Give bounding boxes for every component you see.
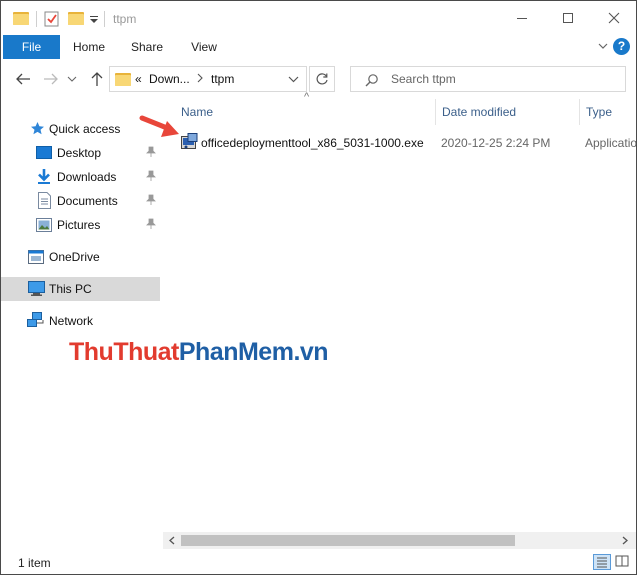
- desktop-icon: [36, 146, 52, 159]
- file-explorer-window: ttpm File Home Share View ? « Down... tt…: [0, 0, 637, 575]
- sidebar-item-documents[interactable]: Documents: [1, 189, 160, 213]
- search-box[interactable]: Search ttpm: [350, 66, 626, 92]
- file-date-modified: 2020-12-25 2:24 PM: [441, 136, 551, 150]
- pin-icon[interactable]: [146, 194, 156, 206]
- customize-quick-access-icon[interactable]: [89, 10, 99, 28]
- title-bar: ttpm: [1, 1, 636, 35]
- sidebar-item-this-pc[interactable]: This PC: [1, 277, 160, 301]
- sidebar-item-onedrive[interactable]: OneDrive: [1, 245, 160, 269]
- sidebar-item-label: Quick access: [49, 122, 121, 136]
- scroll-right-icon[interactable]: [621, 536, 629, 545]
- sidebar-item-network[interactable]: Network: [1, 309, 160, 333]
- back-button[interactable]: [13, 69, 33, 89]
- column-header-name[interactable]: Name: [181, 105, 213, 119]
- horizontal-scrollbar[interactable]: [163, 532, 636, 549]
- tab-home[interactable]: Home: [67, 35, 111, 59]
- breadcrumb-ttpm[interactable]: ttpm: [211, 72, 234, 86]
- sidebar-item-desktop[interactable]: Desktop: [1, 141, 160, 165]
- status-bar: 1 item: [1, 549, 636, 574]
- address-bar[interactable]: « Down... ttpm: [109, 66, 307, 92]
- recent-locations-icon[interactable]: [65, 69, 79, 89]
- sidebar-item-label: This PC: [49, 282, 92, 296]
- pin-icon[interactable]: [146, 218, 156, 230]
- file-type: Application: [585, 136, 637, 150]
- address-overflow-icon[interactable]: «: [135, 72, 142, 86]
- installer-icon: [181, 133, 198, 149]
- star-icon: [31, 122, 44, 135]
- sort-indicator-icon: ^: [304, 91, 310, 103]
- forward-button[interactable]: [41, 69, 61, 89]
- details-view-icon: [597, 557, 607, 568]
- expand-ribbon-icon[interactable]: [597, 38, 609, 57]
- onedrive-icon: [28, 250, 44, 264]
- computer-icon: [28, 281, 45, 296]
- large-icons-view-icon: [615, 555, 629, 567]
- annotation-arrow-icon: [139, 115, 179, 137]
- navigation-bar: « Down... ttpm Search ttpm: [1, 63, 636, 95]
- breadcrumb-separator-icon: [196, 72, 204, 86]
- scrollbar-thumb[interactable]: [181, 535, 515, 546]
- address-dropdown-icon[interactable]: [288, 73, 299, 87]
- large-icons-view-button[interactable]: [614, 554, 632, 570]
- network-icon: [27, 312, 44, 327]
- sidebar-item-downloads[interactable]: Downloads: [1, 165, 160, 189]
- navigation-pane: Quick access Desktop Downloads Documents…: [1, 97, 160, 547]
- pin-icon[interactable]: [146, 170, 156, 182]
- watermark: ThuThuatPhanMem.vn: [69, 338, 329, 366]
- file-name: officedeploymenttool_x86_5031-1000.exe: [201, 136, 424, 150]
- refresh-icon: [316, 73, 328, 85]
- sidebar-item-label: Network: [49, 314, 94, 328]
- sidebar-item-pictures[interactable]: Pictures: [1, 213, 160, 237]
- document-icon: [38, 192, 51, 209]
- close-button[interactable]: [591, 1, 636, 35]
- search-input[interactable]: Search ttpm: [391, 72, 456, 86]
- tab-share[interactable]: Share: [125, 35, 169, 59]
- pictures-icon: [36, 218, 52, 232]
- breadcrumb-downloads[interactable]: Down...: [149, 72, 190, 86]
- up-button[interactable]: [87, 69, 107, 89]
- tab-file[interactable]: File: [3, 35, 60, 59]
- scroll-left-icon[interactable]: [168, 536, 176, 545]
- file-row[interactable]: officedeploymenttool_x86_5031-1000.exe 2…: [179, 131, 637, 153]
- column-header-type[interactable]: Type: [586, 105, 612, 119]
- column-header-date-modified[interactable]: Date modified: [442, 105, 516, 119]
- window-title: ttpm: [113, 12, 137, 26]
- file-list: ^ Name Date modified Type officedeployme…: [161, 91, 637, 547]
- details-view-button[interactable]: [593, 554, 611, 570]
- item-count: 1 item: [18, 556, 51, 570]
- sidebar-item-label: Pictures: [57, 218, 101, 232]
- sidebar-item-label: Documents: [57, 194, 118, 208]
- properties-icon[interactable]: [44, 10, 60, 28]
- search-icon: [365, 74, 378, 87]
- ribbon-tabs: File Home Share View ?: [1, 35, 636, 59]
- pin-icon[interactable]: [146, 146, 156, 158]
- sidebar-item-label: OneDrive: [49, 250, 100, 264]
- sidebar-item-label: Downloads: [57, 170, 117, 184]
- help-button[interactable]: ?: [613, 38, 630, 55]
- refresh-button[interactable]: [309, 66, 335, 92]
- sidebar-item-quick-access[interactable]: Quick access: [1, 117, 160, 141]
- minimize-button[interactable]: [499, 1, 545, 35]
- download-icon: [38, 169, 50, 184]
- tab-view[interactable]: View: [182, 35, 226, 59]
- sidebar-item-label: Desktop: [57, 146, 102, 160]
- maximize-button[interactable]: [545, 1, 591, 35]
